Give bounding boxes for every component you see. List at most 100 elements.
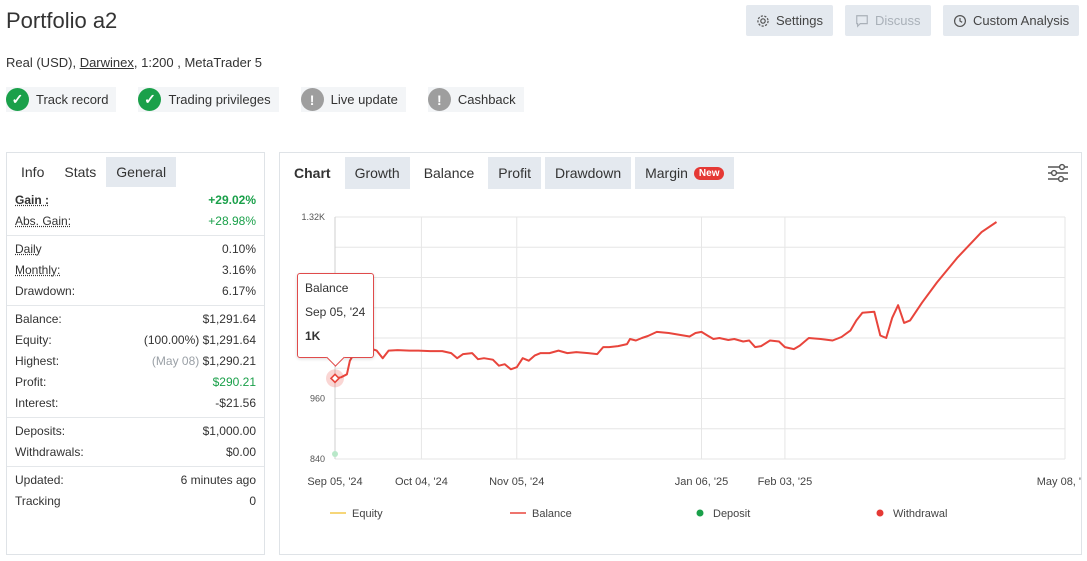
custom-analysis-label: Custom Analysis	[973, 13, 1070, 28]
exclamation-icon: !	[300, 88, 324, 111]
verification-badges: ✓ Track record ✓ Trading privileges ! Li…	[6, 87, 524, 112]
deposits-group: Deposits: $1,000.00 Withdrawals: $0.00	[7, 418, 264, 467]
tooltip-date: Sep 05, '24	[305, 305, 366, 319]
stat-label: Deposits:	[15, 423, 66, 438]
x-tick-label: Jan 06, '25	[675, 476, 728, 488]
badge-label: Live update	[330, 92, 398, 107]
check-icon: ✓	[138, 88, 162, 111]
stat-value: $290.21	[212, 374, 256, 389]
stat-value: 6 minutes ago	[180, 472, 256, 487]
tab-stats[interactable]: Stats	[54, 157, 107, 187]
stat-tracking: Tracking 0	[15, 490, 256, 511]
gear-icon	[757, 14, 769, 27]
settings-label: Settings	[776, 13, 823, 28]
stat-value: $1,290.21	[202, 353, 256, 368]
stat-value: $0.00	[225, 444, 256, 459]
badge-cashback[interactable]: ! Cashback	[427, 87, 524, 112]
y-tick-label: 840	[310, 454, 325, 464]
tab-balance[interactable]: Balance	[413, 157, 485, 189]
stat-label: Profit:	[15, 374, 47, 389]
tab-margin-label: Margin	[645, 165, 688, 181]
stat-label[interactable]: Gain :	[15, 193, 49, 207]
tab-profit[interactable]: Profit	[488, 157, 541, 189]
tab-margin[interactable]: Margin New	[635, 157, 735, 189]
stat-note: (May 08)	[151, 353, 200, 368]
x-tick-label: Oct 04, '24	[395, 476, 448, 488]
stat-label: Balance:	[15, 311, 62, 326]
stat-drawdown: Drawdown: 6.17%	[15, 280, 256, 301]
legend-label: Balance	[532, 508, 572, 520]
tab-drawdown[interactable]: Drawdown	[544, 157, 632, 189]
legend-swatch	[696, 509, 704, 517]
stat-value: $1,291.64	[202, 332, 256, 347]
tab-growth[interactable]: Growth	[344, 157, 410, 189]
stat-label[interactable]: Abs. Gain:	[15, 214, 71, 228]
x-tick-label: Nov 05, '24	[489, 476, 544, 488]
chart-tooltip: Balance Sep 05, '24 1K	[297, 273, 374, 358]
tab-general[interactable]: General	[106, 157, 177, 187]
meta-group: Updated: 6 minutes ago Tracking 0	[7, 467, 264, 515]
gain-group: Gain : +29.02% Abs. Gain: +28.98%	[7, 187, 264, 236]
tooltip-series: Balance	[305, 281, 349, 295]
balance-group: Balance: $1,291.64 Equity: (100.00%) $1,…	[7, 306, 264, 418]
stat-label[interactable]: Daily	[15, 242, 42, 256]
stat-daily: Daily 0.10%	[15, 238, 256, 259]
balance-chart[interactable]: 1.32K 960 840 Sep 05, '24 Oct 04, '24 Nov 05,…	[280, 193, 1081, 554]
legend-label: Withdrawal	[893, 508, 947, 520]
stat-value: $1,000.00	[202, 423, 256, 438]
stat-abs-gain: Abs. Gain: +28.98%	[15, 210, 256, 231]
x-tick-label: May 08, '25	[1037, 476, 1081, 488]
stat-value: -$21.56	[215, 395, 256, 410]
stats-tabs: Info Stats General	[7, 153, 264, 187]
stat-value: +28.98%	[208, 213, 256, 228]
filter-settings-icon[interactable]	[1047, 163, 1069, 183]
tab-info[interactable]: Info	[11, 157, 54, 187]
stat-updated: Updated: 6 minutes ago	[15, 469, 256, 490]
broker-link[interactable]: Darwinex	[80, 55, 134, 70]
stat-label[interactable]: Monthly:	[15, 263, 60, 277]
custom-analysis-button[interactable]: Custom Analysis	[943, 5, 1080, 36]
stat-value: 6.17%	[221, 283, 256, 298]
chart-tabs: Chart Growth Balance Profit Drawdown Mar…	[284, 157, 735, 189]
badge-live-update[interactable]: ! Live update	[300, 87, 406, 112]
legend-label: Deposit	[713, 508, 750, 520]
stat-label: Withdrawals:	[15, 444, 84, 459]
tooltip-value: 1K	[305, 329, 321, 343]
chart-tabs-title: Chart	[294, 165, 331, 181]
x-tick-label: Feb 03, '25	[758, 476, 813, 488]
stat-value: 0	[249, 493, 256, 508]
account-type: Real (USD),	[6, 55, 80, 70]
settings-button[interactable]: Settings	[746, 5, 833, 36]
clock-icon	[953, 14, 967, 27]
stat-label: Equity:	[15, 332, 52, 347]
discuss-button[interactable]: Discuss	[845, 5, 931, 36]
stat-equity: Equity: (100.00%) $1,291.64	[15, 329, 256, 350]
check-icon: ✓	[6, 88, 29, 111]
stat-value: 3.16%	[221, 262, 256, 277]
account-subtitle: Real (USD), Darwinex, 1:200 , MetaTrader…	[6, 55, 262, 70]
stat-label: Tracking	[15, 493, 61, 508]
stat-gain: Gain : +29.02%	[15, 189, 256, 210]
legend-swatch	[876, 509, 884, 517]
stat-note: (100.00%)	[143, 332, 200, 347]
stat-interest: Interest: -$21.56	[15, 392, 256, 413]
stat-label: Interest:	[15, 395, 59, 410]
x-tick-label: Sep 05, '24	[307, 476, 362, 488]
rates-group: Daily 0.10% Monthly: 3.16% Drawdown: 6.1…	[7, 236, 264, 306]
comment-icon	[856, 14, 868, 28]
balance-series-line	[334, 221, 998, 380]
stat-profit: Profit: $290.21	[15, 371, 256, 392]
badge-trading-privileges[interactable]: ✓ Trading privileges	[138, 87, 279, 112]
stat-label: Highest:	[15, 353, 60, 368]
page-title: Portfolio a2	[6, 8, 118, 33]
stat-deposits: Deposits: $1,000.00	[15, 420, 256, 441]
stat-highest: Highest: (May 08) $1,290.21	[15, 350, 256, 371]
badge-label: Trading privileges	[168, 92, 271, 107]
y-tick-label: 1.32K	[301, 212, 325, 222]
stat-label: Updated:	[15, 472, 64, 487]
badge-label: Cashback	[457, 92, 516, 107]
stat-monthly: Monthly: 3.16%	[15, 259, 256, 280]
stat-value: $1,291.64	[202, 311, 256, 326]
stat-value: 0.10%	[221, 241, 256, 256]
badge-track-record[interactable]: ✓ Track record	[6, 87, 117, 112]
